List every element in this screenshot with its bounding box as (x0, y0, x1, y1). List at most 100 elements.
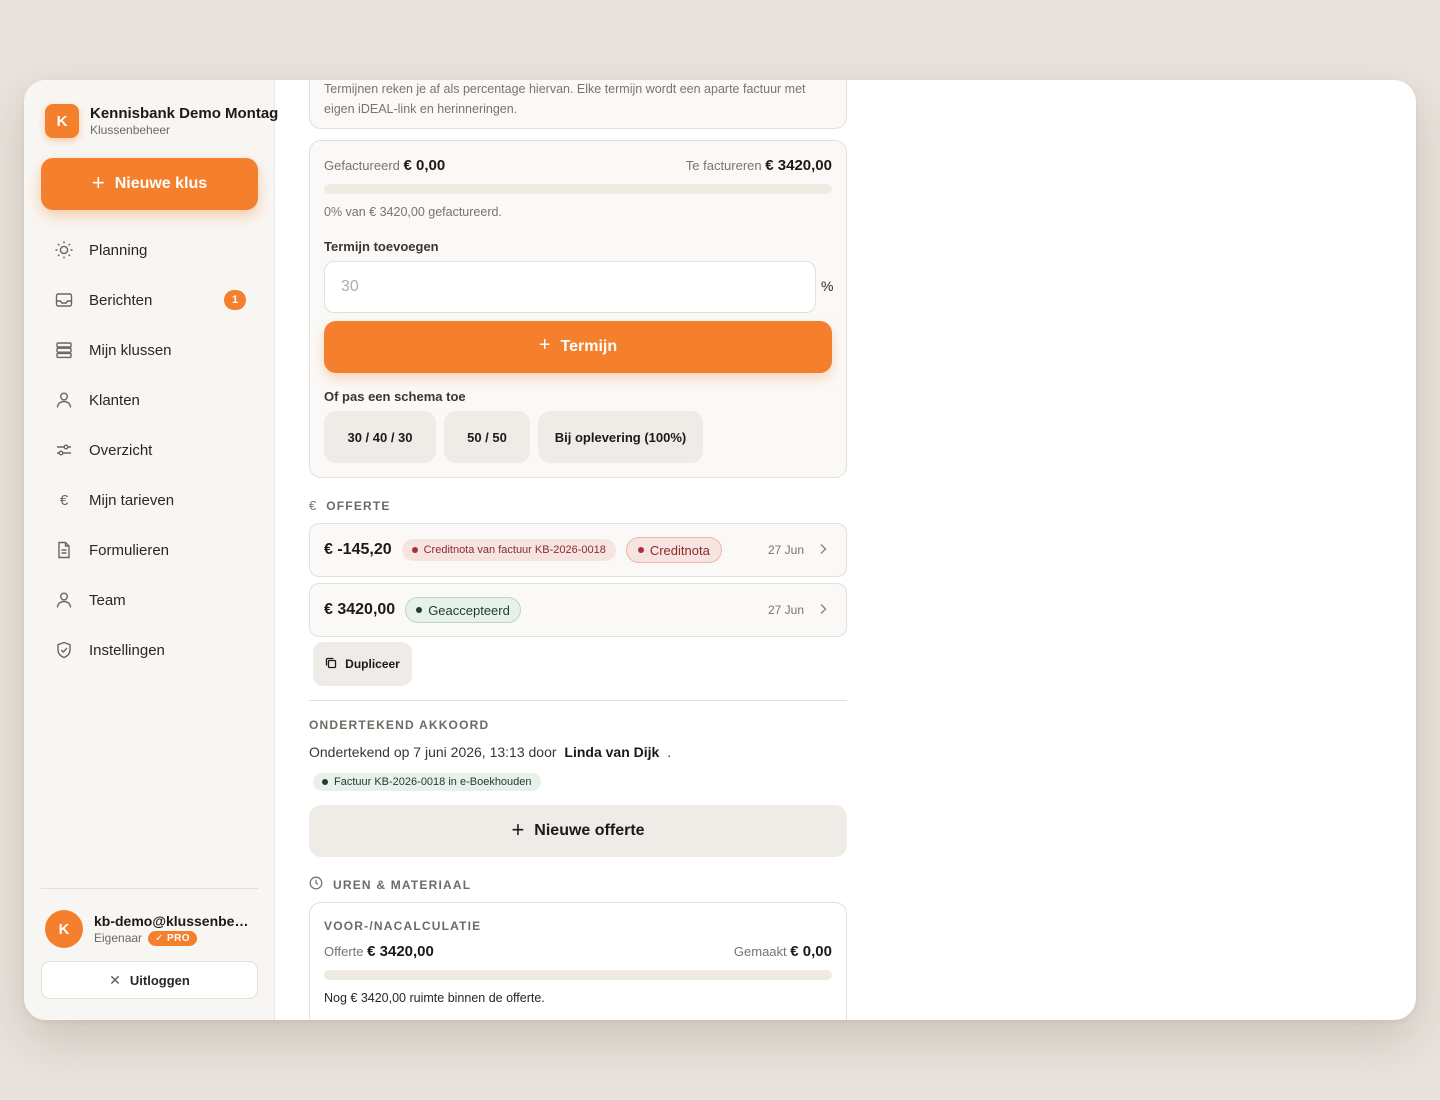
invoice-sync-tag-label: Factuur KB-2026-0018 in e-Boekhouden (334, 776, 532, 788)
sidebar-item-mijn-klussen[interactable]: Mijn klussen (41, 325, 258, 375)
quote-date: 27 Jun (767, 543, 804, 557)
sidebar-item-label: Berichten (89, 291, 153, 309)
document-icon (53, 539, 75, 561)
quote-total-value: € 3420,00 (367, 943, 434, 960)
status-badge-label: Creditnota (649, 542, 710, 558)
euro-icon: € (59, 491, 69, 509)
sidebar-item-klanten[interactable]: Klanten (41, 375, 258, 425)
brand[interactable]: K Kennisbank Demo Montag Klussenbeheer (45, 104, 278, 138)
sidebar-item-label: Formulieren (89, 541, 170, 559)
new-quote-label: Nieuwe offerte (534, 822, 645, 839)
uren-section-title: UREN & MATERIAAL (309, 876, 471, 893)
sidebar-item-instellingen[interactable]: Instellingen (41, 625, 258, 675)
add-termijn-button[interactable]: + Termijn (324, 321, 832, 373)
pro-badge: ✓ PRO (148, 930, 197, 946)
logout-label: Uitloggen (129, 972, 190, 988)
user-profile[interactable]: K kb-demo@klussenbeheer.nl Eigenaar ✓ PR… (45, 910, 254, 948)
signed-prefix: Ondertekend op 7 juni 2026, 13:13 door (309, 744, 557, 760)
signed-suffix: . (667, 744, 672, 760)
duplicate-label: Dupliceer (345, 657, 400, 671)
sidebar-item-planning[interactable]: Planning (41, 225, 258, 275)
shield-icon (53, 639, 75, 661)
quote-date: 27 Jun (767, 603, 804, 617)
sidebar-item-mijn-tarieven[interactable]: € Mijn tarieven (41, 475, 258, 525)
credit-source-tag: Creditnota van factuur KB-2026-0018 (401, 539, 616, 561)
unread-badge: 1 (224, 290, 246, 310)
status-badge-label: Geaccepteerd (428, 602, 510, 618)
invoiced-progress-bar (324, 184, 832, 194)
sidebar-divider (41, 888, 258, 889)
status-dot (637, 547, 644, 553)
schema-50-50-button[interactable]: 50 / 50 (444, 411, 530, 463)
copy-icon (325, 657, 337, 672)
signed-statement: Ondertekend op 7 juni 2026, 13:13 door L… (309, 744, 671, 760)
add-termijn-button-label: Termijn (560, 338, 618, 355)
status-dot (322, 779, 328, 785)
calculation-card: VOOR-/NACALCULATIE Offerte € 3420,00 Gem… (309, 902, 847, 1020)
sidebar-item-berichten[interactable]: Berichten 1 (41, 275, 258, 325)
credit-source-tag-label: Creditnota van factuur KB-2026-0018 (423, 544, 606, 556)
calculation-remaining-text: Nog € 3420,00 ruimte binnen de offerte. (324, 991, 545, 1005)
stack-icon (53, 339, 75, 361)
status-badge: Creditnota (625, 537, 722, 563)
signer-name: Linda van Dijk (564, 744, 660, 760)
to-invoice-label: Te factureren (685, 158, 762, 173)
person-icon (53, 589, 75, 611)
schema-oplevering-button[interactable]: Bij oplevering (100%) (538, 411, 703, 463)
sidebar-item-label: Overzicht (89, 441, 153, 459)
calculation-title: VOOR-/NACALCULATIE (324, 919, 482, 933)
new-job-button[interactable]: + Nieuwe klus (41, 158, 258, 210)
pro-badge-label: PRO (167, 932, 190, 944)
plus-icon: + (91, 169, 105, 195)
brand-name: Kennisbank Demo Montag (90, 105, 279, 122)
invoiced-summary: Gefactureerd € 0,00 Te factureren € 3420… (324, 157, 832, 174)
app-window: K Kennisbank Demo Montag Klussenbeheer +… (24, 80, 1416, 1020)
new-job-label: Nieuwe klus (114, 175, 208, 192)
termijn-percentage-input[interactable]: 30 (324, 261, 816, 313)
percent-sign: % (821, 278, 834, 294)
sidebar-item-formulieren[interactable]: Formulieren (41, 525, 258, 575)
uren-title: UREN & MATERIAAL (333, 877, 472, 892)
person-icon (53, 389, 75, 411)
divider (309, 700, 847, 701)
brand-logo: K (45, 104, 79, 138)
user-role: Eigenaar (94, 931, 143, 945)
quote-row-creditnota[interactable]: € -145,20 Creditnota van factuur KB-2026… (309, 523, 847, 577)
add-termijn-label: Termijn toevoegen (324, 239, 439, 254)
made-value: € 0,00 (790, 943, 832, 960)
termijnen-intro-card: Termijnen reken je af als percentage hie… (309, 80, 847, 129)
offerte-section-title: € OFFERTE (309, 498, 391, 513)
sidebar-item-overzicht[interactable]: Overzicht (41, 425, 258, 475)
sun-icon (53, 239, 75, 261)
signed-section-title: ONDERTEKEND AKKOORD (309, 718, 490, 732)
duplicate-button[interactable]: Dupliceer (313, 642, 412, 686)
quote-total-label: Offerte (324, 944, 364, 959)
invoiced-label: Gefactureerd (324, 158, 400, 173)
calculation-summary: Offerte € 3420,00 Gemaakt € 0,00 (324, 943, 832, 960)
sidebar: K Kennisbank Demo Montag Klussenbeheer +… (24, 80, 278, 1020)
plus-icon: + (511, 816, 525, 842)
quote-row-accepted[interactable]: € 3420,00 Geaccepteerd 27 Jun (309, 583, 847, 637)
brand-subtitle: Klussenbeheer (90, 123, 171, 137)
status-dot (411, 547, 418, 553)
invoice-sync-tag: Factuur KB-2026-0018 in e-Boekhouden (313, 773, 541, 791)
main-content: Termijnen reken je af als percentage hie… (275, 80, 1416, 1020)
quote-amount: € 3420,00 (324, 601, 396, 618)
logout-button[interactable]: ✕ Uitloggen (41, 961, 258, 999)
sidebar-item-label: Mijn klussen (89, 341, 172, 359)
sidebar-item-team[interactable]: Team (41, 575, 258, 625)
sliders-icon (53, 439, 75, 461)
plus-icon: + (538, 334, 551, 356)
invoiced-progress-text: 0% van € 3420,00 gefactureerd. (324, 205, 502, 219)
chevron-right-icon (818, 602, 828, 618)
termijnen-card: Gefactureerd € 0,00 Te factureren € 3420… (309, 140, 847, 478)
chevron-right-icon (818, 542, 828, 558)
made-label: Gemaakt (733, 944, 787, 959)
termijnen-intro-text: Termijnen reken je af als percentage hie… (324, 82, 806, 116)
schema-label: Of pas een schema toe (324, 389, 466, 404)
sidebar-item-label: Team (89, 591, 126, 609)
quote-amount: € -145,20 (324, 541, 392, 558)
schema-30-40-30-button[interactable]: 30 / 40 / 30 (324, 411, 436, 463)
clock-icon (309, 876, 323, 893)
new-quote-button[interactable]: + Nieuwe offerte (309, 805, 847, 857)
